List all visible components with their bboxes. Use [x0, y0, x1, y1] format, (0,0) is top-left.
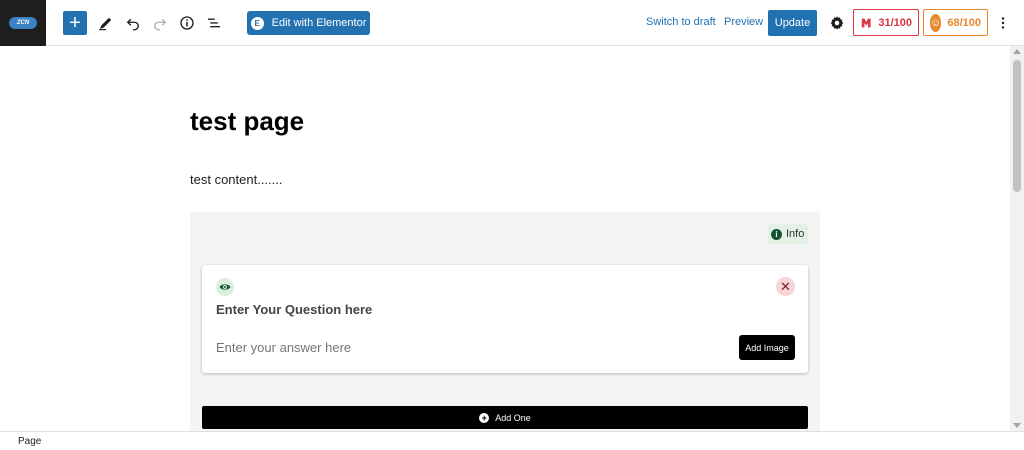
edit-with-elementor-label: Edit with Elementor	[271, 17, 367, 29]
settings-button[interactable]	[825, 11, 849, 35]
undo-icon	[126, 18, 139, 31]
elementor-icon: E	[250, 16, 264, 30]
add-one-button[interactable]: + Add One	[202, 406, 808, 429]
info-icon: i	[771, 228, 782, 240]
breadcrumb-page[interactable]: Page	[18, 436, 41, 447]
info-icon	[180, 16, 194, 30]
readability-score-value: 68/100	[947, 16, 981, 29]
seo-score-value: 31/100	[878, 16, 912, 29]
seo-score-button[interactable]: 31/100	[853, 9, 919, 36]
block-breadcrumb-bar: Page	[0, 431, 1024, 450]
add-block-button[interactable]: +	[63, 11, 87, 35]
gear-icon	[830, 16, 844, 30]
seo-score-icon	[861, 18, 871, 27]
redo-button[interactable]	[148, 11, 172, 35]
details-button[interactable]	[175, 11, 199, 35]
readability-score-button[interactable]: ☺ 68/100	[923, 9, 988, 36]
update-button[interactable]: Update	[768, 10, 817, 36]
scrollbar-thumb[interactable]	[1013, 60, 1021, 192]
more-vertical-icon	[1001, 17, 1005, 29]
site-logo[interactable]: ZCN	[0, 0, 46, 46]
editor-canvas: test page test content....... i Info ✕ E…	[0, 46, 1010, 431]
vertical-scrollbar[interactable]	[1010, 46, 1024, 431]
scroll-up-arrow-icon[interactable]	[1013, 49, 1021, 54]
tools-button[interactable]	[94, 11, 118, 35]
list-view-icon	[208, 18, 220, 28]
site-logo-icon: ZCN	[9, 16, 37, 29]
answer-input[interactable]: Enter your answer here	[216, 340, 351, 355]
editor-top-toolbar: ZCN + E Edit with Elementor Switch to dr…	[0, 0, 1024, 46]
eye-icon	[219, 284, 231, 290]
faq-block[interactable]: i Info ✕ Enter Your Question here Enter …	[190, 212, 820, 431]
scroll-down-arrow-icon[interactable]	[1013, 423, 1021, 428]
options-button[interactable]	[991, 11, 1015, 35]
readability-score-icon: ☺	[930, 13, 942, 32]
visibility-toggle[interactable]	[216, 278, 234, 296]
question-input[interactable]: Enter Your Question here	[216, 302, 372, 317]
redo-icon	[154, 18, 167, 31]
question-card: ✕ Enter Your Question here Enter your an…	[202, 265, 808, 373]
preview-button[interactable]: Preview	[724, 16, 763, 28]
add-image-button[interactable]: Add Image	[739, 335, 795, 360]
pencil-icon	[99, 17, 112, 31]
switch-to-draft-button[interactable]: Switch to draft	[646, 16, 716, 28]
plus-circle-icon: +	[479, 412, 490, 423]
paragraph-block[interactable]: test content.......	[190, 172, 283, 187]
post-title[interactable]: test page	[190, 106, 304, 137]
info-button[interactable]: i Info	[768, 224, 809, 244]
close-icon: ✕	[780, 278, 791, 294]
edit-with-elementor-button[interactable]: E Edit with Elementor	[247, 11, 370, 35]
add-one-label: Add One	[495, 412, 531, 423]
undo-button[interactable]	[121, 11, 145, 35]
remove-question-button[interactable]: ✕	[776, 277, 795, 296]
list-view-button[interactable]	[202, 11, 226, 35]
info-label: Info	[786, 228, 805, 240]
plus-icon: +	[69, 12, 81, 34]
